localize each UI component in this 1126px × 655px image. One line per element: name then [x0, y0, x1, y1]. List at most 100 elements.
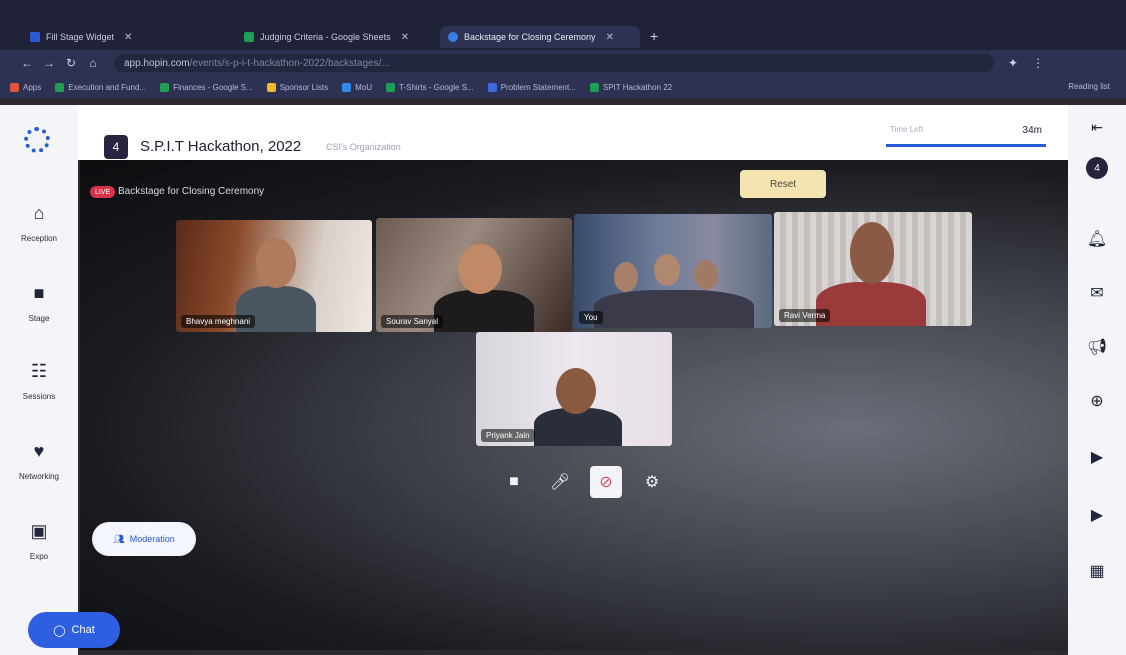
screen-share-off-icon[interactable]: ⊘	[590, 466, 622, 498]
browser-tab-active[interactable]: Backstage for Closing Ceremony ✕	[440, 26, 640, 48]
event-title: S.P.I.T Hackathon, 2022	[140, 138, 302, 155]
tab-label: Backstage for Closing Ceremony	[464, 32, 596, 42]
reading-list[interactable]: Reading list	[1068, 82, 1110, 91]
time-left-value: 34m	[1022, 125, 1042, 136]
sidebar-item-networking[interactable]: ♥ Networking	[0, 441, 78, 481]
people-icon: 👥︎	[113, 533, 125, 544]
video-icon[interactable]: ▶	[1068, 447, 1126, 467]
sidebar-item-expo[interactable]: ▣ Expo	[0, 521, 78, 561]
extensions-icon[interactable]: ✦	[1008, 56, 1018, 70]
participant-figure	[256, 238, 296, 288]
participant-figure	[614, 262, 638, 292]
folder-icon	[266, 82, 276, 92]
event-logo: 4	[104, 135, 128, 159]
participant-name: Bhavya meghnani	[181, 315, 256, 328]
video-tile[interactable]: Bhavya meghnani	[176, 220, 372, 332]
calendar-icon[interactable]: ▦	[1068, 561, 1126, 581]
sidebar-item-reception[interactable]: ⌂ Reception	[0, 203, 78, 243]
sidebar-item-label: Sessions	[22, 392, 56, 401]
reset-button[interactable]: Reset	[740, 170, 826, 198]
stage-icon: ■	[33, 283, 45, 303]
apps-icon	[10, 82, 19, 92]
sidebar-item-stage[interactable]: ■ Stage	[0, 283, 78, 323]
menu-icon[interactable]: ⋮	[1032, 56, 1044, 70]
time-left: Time Left 34m	[886, 125, 1046, 147]
participant-figure	[458, 244, 502, 294]
backstage-area: LIVE Backstage for Closing Ceremony Rese…	[80, 160, 1068, 650]
new-tab-icon[interactable]: +	[650, 28, 658, 44]
tab-label: Fill Stage Widget	[46, 32, 115, 42]
stage-title: Backstage for Closing Ceremony	[118, 186, 265, 197]
bookmark[interactable]: Apps	[10, 82, 41, 92]
video-tile[interactable]: Sourav Sanyal	[376, 218, 572, 332]
participant-figure	[694, 260, 718, 290]
bookmark[interactable]: MoU	[342, 82, 372, 92]
settings-gear-icon[interactable]: ⚙	[636, 466, 668, 498]
reload-icon[interactable]: ↻	[60, 56, 82, 70]
bookmark[interactable]: Problem Statement...	[487, 82, 576, 92]
sheets-icon	[160, 82, 170, 92]
chat-bubble-icon: ◯	[53, 624, 66, 637]
sheets-favicon-icon	[244, 32, 254, 42]
participant-figure	[556, 368, 596, 414]
docs-icon	[487, 82, 497, 92]
bookmark[interactable]: Finances - Google S...	[160, 82, 253, 92]
bookmarks-bar: Apps Execution and Fund... Finances - Go…	[0, 76, 1126, 98]
sidebar-item-label: Stage	[28, 314, 50, 323]
chat-button[interactable]: ◯ Chat	[28, 612, 120, 648]
live-badge: LIVE	[90, 186, 116, 198]
expo-icon: ▣	[30, 521, 48, 541]
url-host: app.hopin.com	[124, 57, 190, 69]
sidebar-item-label: Networking	[18, 472, 59, 481]
sessions-icon: ☷	[30, 361, 48, 381]
sheets-icon	[55, 82, 65, 92]
browser-tab[interactable]: Judging Criteria - Google Sheets ✕	[236, 26, 436, 48]
home-icon: ⌂	[33, 203, 45, 223]
forward-icon[interactable]: →	[38, 56, 60, 70]
close-icon[interactable]: ✕	[401, 32, 409, 43]
chat-label: Chat	[71, 624, 95, 636]
collapse-icon[interactable]: ⇤	[1068, 119, 1126, 136]
sidebar-item-label: Reception	[20, 234, 58, 243]
participant-figure	[850, 222, 894, 284]
address-bar: ← → ↻ ⌂ app.hopin.com /events/s-p-i-t-ha…	[0, 50, 1126, 76]
url-path: /events/s-p-i-t-hackathon-2022/backstage…	[189, 57, 390, 69]
video-tile[interactable]: Ravi Verma	[774, 212, 972, 326]
globe-icon[interactable]: ⊕	[1068, 391, 1126, 411]
right-sidebar: ⇤ 4 🔔︎ ✉ 📢︎ ⊕ ▶ ▶ ▦	[1068, 105, 1126, 655]
home-icon[interactable]: ⌂	[82, 56, 104, 70]
bookmark[interactable]: Execution and Fund...	[55, 82, 146, 92]
close-icon[interactable]: ✕	[124, 32, 132, 43]
avatar[interactable]: 4	[1086, 157, 1108, 179]
participant-figure	[434, 290, 534, 332]
moderation-button[interactable]: 👥︎ Moderation	[92, 522, 196, 556]
tab-favicon-icon	[30, 32, 40, 42]
drive-icon	[342, 82, 352, 92]
bookmark[interactable]: Sponsor Lists	[266, 82, 328, 92]
microphone-icon[interactable]: 🎤︎	[544, 466, 576, 498]
megaphone-icon[interactable]: 📢︎	[1068, 337, 1126, 357]
camera-icon[interactable]: ■	[498, 466, 530, 498]
participant-figure	[816, 282, 926, 326]
mail-icon[interactable]: ✉	[1068, 283, 1126, 303]
participant-name: Priyank Jain	[481, 429, 535, 442]
sidebar-item-sessions[interactable]: ☷ Sessions	[0, 361, 78, 401]
browser-tab-bar: Fill Stage Widget ✕ Judging Criteria - G…	[0, 0, 1126, 50]
video-tile[interactable]: Priyank Jain	[476, 332, 672, 446]
participant-name: You	[579, 311, 603, 324]
organization-name[interactable]: CSI's Organization	[326, 142, 401, 152]
bookmark[interactable]: SPIT Hackathon 22	[589, 82, 672, 92]
url-field[interactable]: app.hopin.com /events/s-p-i-t-hackathon-…	[114, 54, 994, 72]
tab-label: Judging Criteria - Google Sheets	[260, 32, 391, 42]
browser-tab[interactable]: Fill Stage Widget ✕	[22, 26, 232, 48]
sheets-icon	[386, 82, 396, 92]
participant-figure	[654, 254, 680, 286]
bell-icon[interactable]: 🔔︎	[1068, 229, 1126, 249]
back-icon[interactable]: ←	[16, 56, 38, 70]
video-tile[interactable]: You	[574, 214, 772, 328]
event-header: 4 S.P.I.T Hackathon, 2022 CSI's Organiza…	[78, 105, 1068, 160]
participant-name: Ravi Verma	[779, 309, 831, 322]
close-icon[interactable]: ✕	[606, 32, 614, 43]
bookmark[interactable]: T-Shirts - Google S...	[386, 82, 474, 92]
video-icon[interactable]: ▶	[1068, 505, 1126, 525]
